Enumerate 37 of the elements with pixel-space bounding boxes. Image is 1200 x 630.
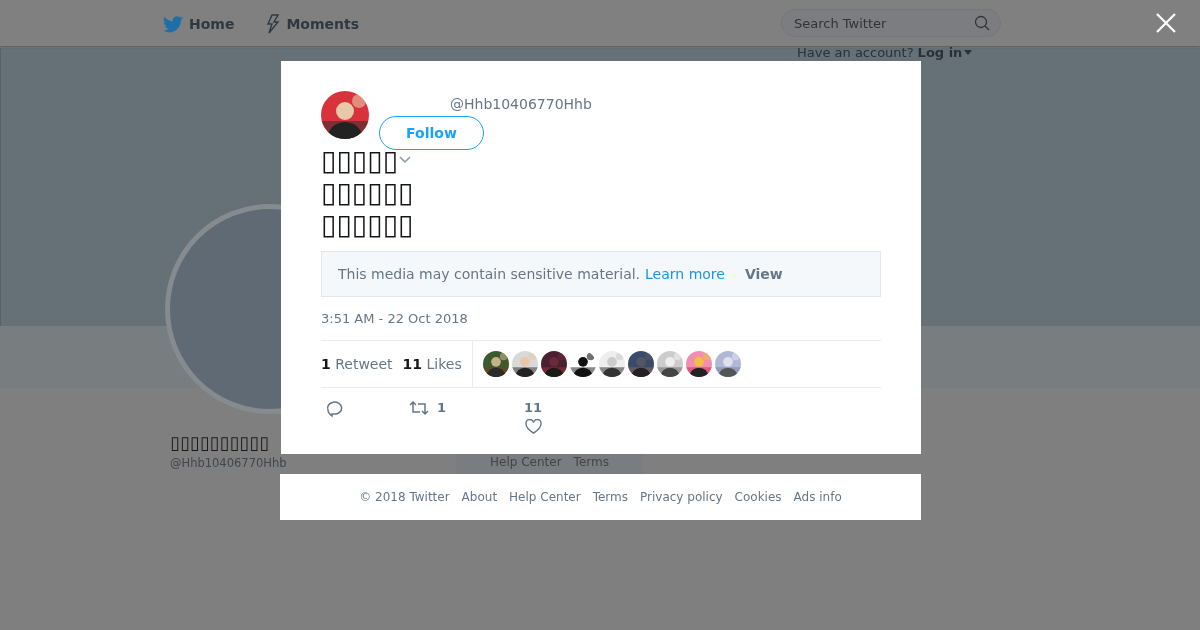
footer-link[interactable]: Terms bbox=[573, 455, 609, 469]
footer-link[interactable]: Cookies bbox=[734, 490, 782, 504]
login-link[interactable]: Log in bbox=[917, 45, 973, 60]
speech-bubble-icon bbox=[325, 400, 343, 418]
bird-icon bbox=[163, 15, 183, 33]
tweet-timestamp: 3:51 AM - 22 Oct 2018 bbox=[321, 311, 469, 326]
lightning-icon bbox=[266, 14, 281, 34]
caret-icon bbox=[964, 50, 973, 55]
retweet-icon bbox=[409, 400, 429, 416]
view-button[interactable]: View bbox=[744, 266, 783, 282]
tweet-text: ▯▯▯▯▯▯ bbox=[321, 177, 414, 209]
nav-link[interactable]: Home bbox=[163, 13, 235, 33]
nav-link[interactable]: Moments bbox=[266, 12, 360, 34]
search-field[interactable]: Search Twitter bbox=[781, 9, 1001, 37]
learn-more-link[interactable]: Learn more bbox=[645, 266, 725, 282]
stat-count[interactable]: 11 Likes bbox=[402, 356, 462, 372]
notice-text: This media may contain sensitive material. bbox=[338, 266, 641, 282]
footer-link[interactable]: Terms bbox=[592, 490, 628, 504]
footer-link[interactable]: Help Center bbox=[490, 455, 562, 469]
profile-name: ▯▯▯▯▯▯▯▯▯▯ bbox=[170, 432, 270, 453]
copyright-text: © 2018 Twitter bbox=[359, 490, 450, 504]
footer-link[interactable]: Ads info bbox=[793, 490, 842, 504]
footer-link[interactable]: Help Center bbox=[509, 490, 581, 504]
account-prompt: Have an account? bbox=[797, 45, 914, 60]
stat-count[interactable]: 1 Retweet bbox=[321, 356, 393, 372]
close-icon[interactable] bbox=[1156, 13, 1176, 33]
like-action[interactable]: 11 bbox=[509, 400, 553, 434]
search-icon bbox=[974, 15, 990, 31]
follow-button[interactable]: Follow bbox=[379, 116, 484, 150]
profile-handle: @Hhb10406770Hhb bbox=[170, 456, 287, 470]
chevron-icon[interactable] bbox=[399, 156, 411, 164]
footer-link[interactable]: About bbox=[461, 490, 498, 504]
heart-icon bbox=[524, 419, 542, 434]
retweet-action[interactable]: 1 bbox=[405, 400, 489, 434]
footer-link[interactable]: Privacy policy bbox=[640, 490, 723, 504]
user-handle: @Hhb10406770Hhb bbox=[450, 96, 592, 112]
tweet-text: ▯▯▯▯▯▯ bbox=[321, 209, 414, 241]
